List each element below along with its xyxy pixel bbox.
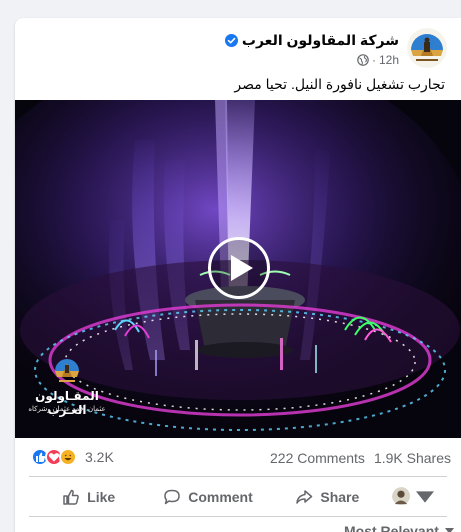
reaction-summary[interactable]: 3.2K xyxy=(31,448,114,466)
share-button[interactable]: Share xyxy=(268,481,387,513)
shares-count-link[interactable]: 1.9K Shares xyxy=(374,450,451,466)
video-watermark-logo: المقـاولون العـرب عثمان أحمد عثمان وشركا… xyxy=(27,355,107,425)
comment-bubble-icon xyxy=(164,489,180,505)
comment-label: Comment xyxy=(188,489,253,505)
stats-divider xyxy=(29,476,447,477)
video-player[interactable]: المقـاولون العـرب عثمان أحمد عثمان وشركا… xyxy=(15,100,461,438)
actions-divider xyxy=(29,516,447,517)
play-button[interactable] xyxy=(208,237,270,299)
chevron-down-icon xyxy=(444,528,454,532)
caret-down-icon xyxy=(416,491,435,503)
play-icon xyxy=(230,255,253,281)
sort-label: Most Relevant xyxy=(344,523,439,532)
like-button[interactable]: Like xyxy=(29,481,148,513)
comments-count-link[interactable]: 222 Comments xyxy=(270,450,365,466)
globe-icon xyxy=(357,54,369,66)
post-card: شركة المقاولون العرب 12h · تجارب تشغيل ن… xyxy=(15,18,461,532)
company-emblem-icon xyxy=(55,359,79,382)
like-label: Like xyxy=(87,489,116,505)
comments-sort-dropdown[interactable]: Most Relevant xyxy=(344,523,454,532)
page-avatar[interactable] xyxy=(407,28,447,68)
post-actions-bar: Like Comment Share xyxy=(29,481,447,513)
post-timestamp[interactable]: 12h xyxy=(379,53,399,67)
user-avatar xyxy=(392,487,412,507)
thumbs-up-icon xyxy=(63,489,80,505)
meta-separator: · xyxy=(371,53,376,67)
share-arrow-icon xyxy=(296,490,313,504)
video-logo-subtitle: عثمان أحمد عثمان وشركاه xyxy=(28,406,106,413)
company-logo-icon xyxy=(407,28,447,68)
page-name-link[interactable]: شركة المقاولون العرب xyxy=(242,32,399,49)
post-text: تجارب تشغيل نافورة النيل. تحيا مصر xyxy=(234,76,445,92)
engagement-stats: 3.2K 222 Comments 1.9K Shares xyxy=(15,448,461,470)
haha-reaction-icon xyxy=(59,448,77,466)
reaction-profile-selector[interactable] xyxy=(387,481,447,513)
reaction-count[interactable]: 3.2K xyxy=(85,449,114,465)
share-label: Share xyxy=(320,489,360,505)
verified-badge-icon xyxy=(224,34,238,47)
post-header: شركة المقاولون العرب 12h · xyxy=(224,28,447,68)
comment-button[interactable]: Comment xyxy=(148,481,267,513)
